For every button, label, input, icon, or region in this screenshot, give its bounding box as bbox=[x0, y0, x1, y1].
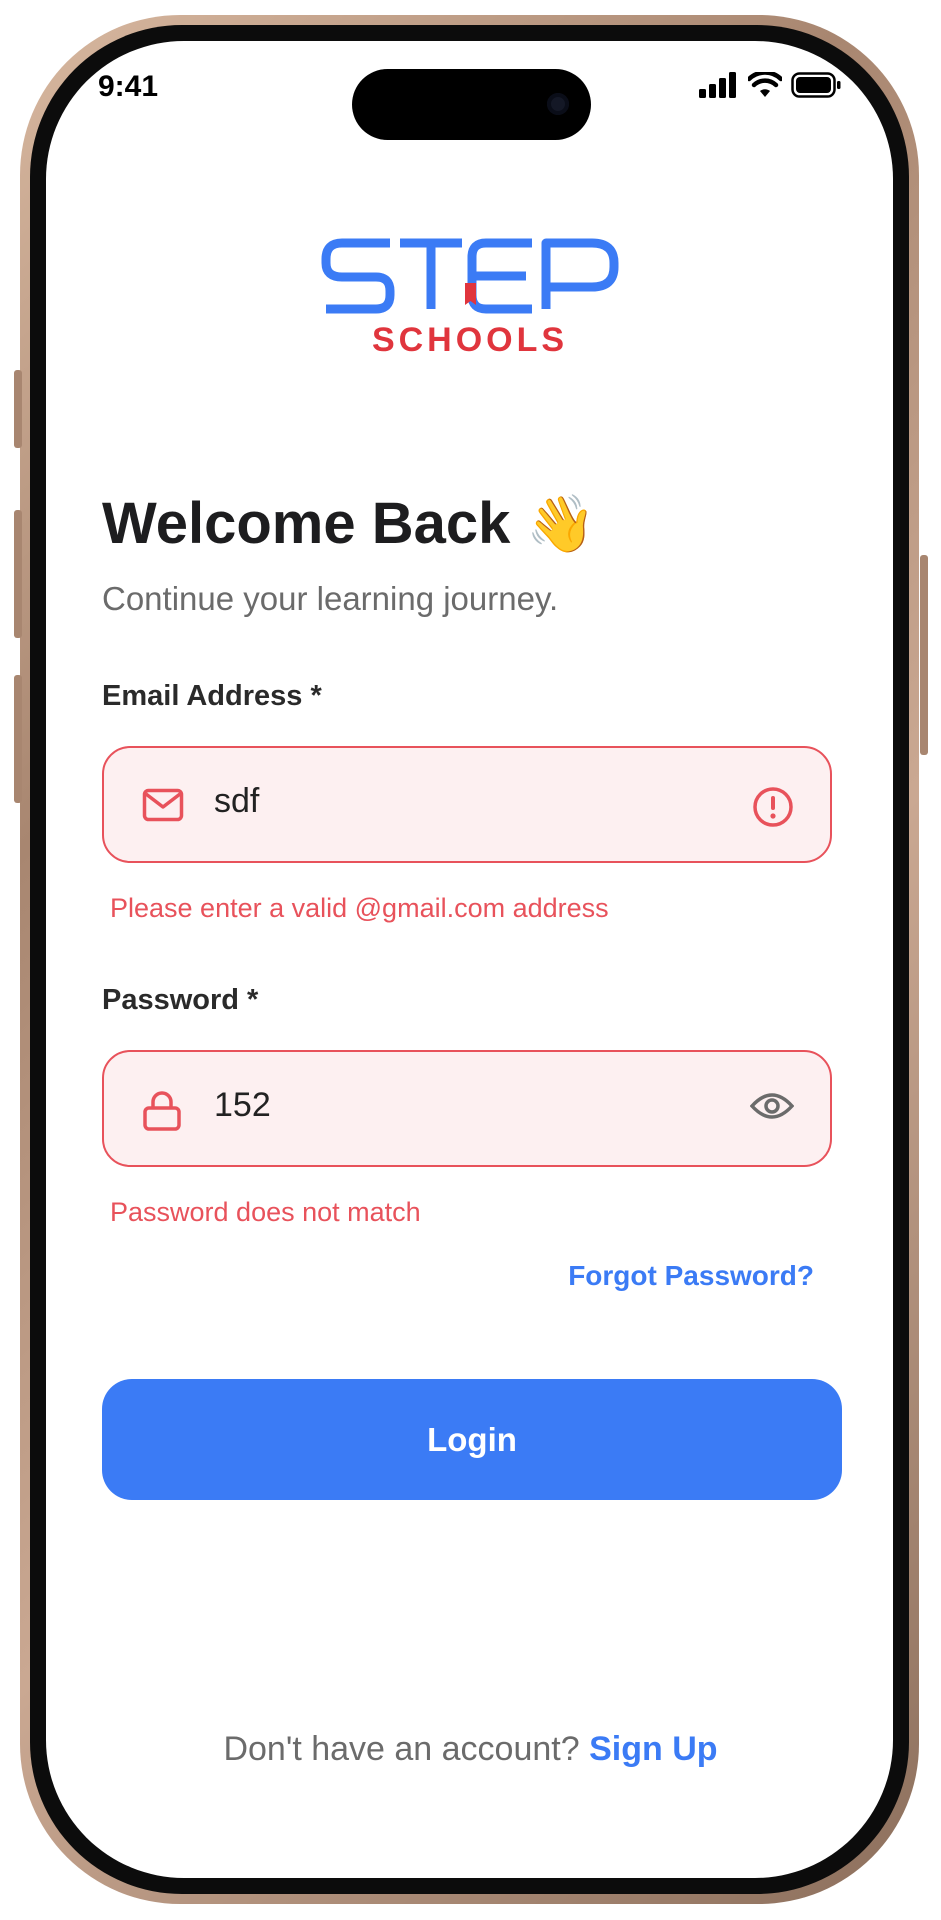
front-camera bbox=[547, 93, 569, 115]
lock-icon bbox=[142, 1090, 182, 1137]
wifi-icon bbox=[748, 72, 782, 97]
action-button bbox=[14, 370, 22, 448]
signup-link[interactable]: Sign Up bbox=[589, 1730, 717, 1768]
dynamic-island bbox=[352, 69, 591, 140]
status-time: 9:41 bbox=[98, 70, 159, 103]
alert-circle-icon bbox=[752, 786, 794, 833]
eye-icon[interactable] bbox=[749, 1090, 795, 1127]
power-button bbox=[920, 555, 928, 755]
email-label: Email Address * bbox=[102, 680, 322, 712]
logo-mark: SCHOOLS bbox=[321, 238, 619, 359]
email-field[interactable] bbox=[102, 746, 832, 863]
signup-prompt: Don't have an account? Sign Up bbox=[0, 1730, 941, 1769]
email-error: Please enter a valid @gmail.com address bbox=[110, 893, 609, 923]
logo: SCHOOLS bbox=[320, 233, 624, 363]
signal-icon bbox=[699, 72, 736, 98]
password-label: Password * bbox=[102, 984, 259, 1016]
page-subtitle: Continue your learning journey. bbox=[102, 580, 559, 617]
welcome-heading: Welcome Back bbox=[102, 491, 511, 556]
logo-subtext: SCHOOLS bbox=[372, 321, 568, 359]
signup-prompt-text: Don't have an account? bbox=[223, 1730, 580, 1768]
wave-emoji: 👋 bbox=[526, 491, 597, 555]
email-input[interactable] bbox=[214, 782, 694, 821]
battery-icon bbox=[791, 72, 841, 98]
password-input[interactable] bbox=[214, 1086, 694, 1125]
status-icons bbox=[699, 72, 841, 98]
volume-down-button bbox=[14, 675, 22, 803]
volume-up-button bbox=[14, 510, 22, 638]
login-button[interactable]: Login bbox=[102, 1379, 842, 1500]
password-error: Password does not match bbox=[110, 1197, 421, 1227]
page-title: Welcome Back 👋 bbox=[102, 490, 596, 557]
mail-icon bbox=[142, 786, 184, 829]
forgot-password-link[interactable]: Forgot Password? bbox=[568, 1260, 814, 1292]
password-field[interactable] bbox=[102, 1050, 832, 1167]
